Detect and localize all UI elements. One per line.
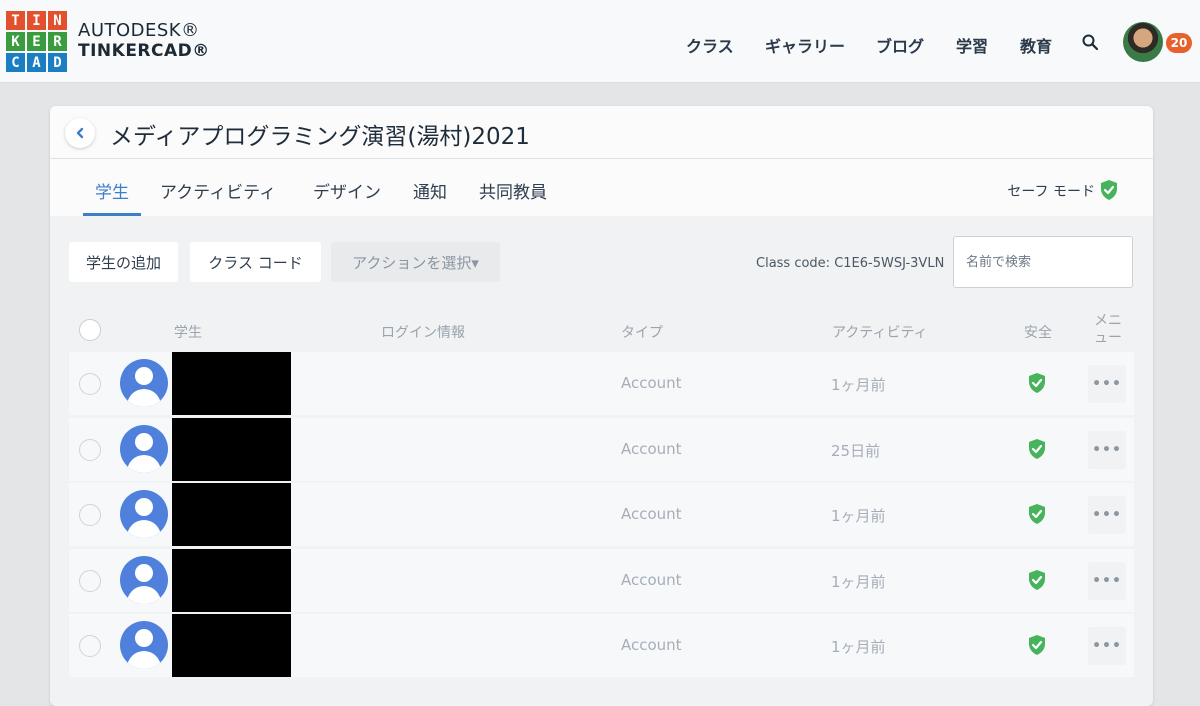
shield-check-icon — [1029, 504, 1045, 524]
redacted-student-name — [172, 352, 291, 415]
chevron-left-icon — [76, 127, 84, 139]
row-type: Account — [621, 374, 682, 392]
logo-letter: K — [6, 32, 25, 51]
row-menu-button[interactable]: ••• — [1088, 431, 1126, 469]
nav-item-education[interactable]: 教育 — [1020, 33, 1052, 57]
row-type: Account — [621, 440, 682, 458]
top-nav-bar: T I N K E R C A D AUTODESK® TINKERCAD® ク… — [0, 0, 1200, 83]
row-type: Account — [621, 636, 682, 654]
brand-line-autodesk: AUTODESK® — [78, 20, 200, 41]
table-row[interactable]: Account 25日前 ••• — [69, 418, 1134, 481]
row-activity: 25日前 — [831, 442, 881, 460]
redacted-student-name — [172, 418, 291, 481]
logo-letter: N — [48, 11, 67, 30]
logo-letter: A — [27, 53, 46, 72]
class-code-button[interactable]: クラス コード — [190, 242, 321, 282]
row-menu-button[interactable]: ••• — [1088, 627, 1126, 665]
class-title-bar: メディアプログラミング演習(湯村)2021 — [50, 106, 1153, 159]
row-checkbox[interactable] — [79, 504, 101, 526]
brand-line-tinkercad: TINKERCAD® — [78, 41, 210, 61]
row-type: Account — [621, 571, 682, 589]
shield-check-icon — [1029, 439, 1045, 459]
tab-co-teachers[interactable]: 共同教員 — [479, 178, 547, 203]
notification-badge[interactable]: 20 — [1166, 33, 1192, 53]
row-activity: 1ヶ月前 — [831, 376, 886, 394]
nav-item-classes[interactable]: クラス — [686, 33, 734, 57]
tinkercad-logo[interactable]: T I N K E R C A D — [6, 11, 67, 72]
logo-letter: R — [48, 32, 67, 51]
redacted-student-name — [172, 614, 291, 677]
back-button[interactable] — [65, 118, 95, 148]
table-row[interactable]: Account 1ヶ月前 ••• — [69, 614, 1134, 677]
redacted-student-name — [172, 549, 291, 612]
row-checkbox[interactable] — [79, 439, 101, 461]
tab-activity[interactable]: アクティビティ — [160, 178, 276, 203]
action-select-dropdown[interactable]: アクションを選択▾ — [331, 242, 500, 282]
table-row[interactable]: Account 1ヶ月前 ••• — [69, 549, 1134, 612]
logo-letter: D — [48, 53, 67, 72]
student-avatar-icon — [120, 556, 168, 604]
logo-letter: T — [6, 11, 25, 30]
logo-letter: C — [6, 53, 25, 72]
column-header-type[interactable]: タイプ — [621, 322, 663, 342]
class-tabs: 学生 アクティビティ デザイン 通知 共同教員 セーフ モード — [50, 159, 1153, 216]
student-avatar-icon — [120, 359, 168, 407]
nav-item-blog[interactable]: ブログ — [876, 33, 924, 57]
shield-check-icon — [1029, 570, 1045, 590]
column-header-safety: 安全 — [1024, 325, 1052, 341]
tab-designs[interactable]: デザイン — [313, 178, 381, 203]
table-row[interactable]: Account 1ヶ月前 ••• — [69, 483, 1134, 546]
row-activity: 1ヶ月前 — [831, 573, 886, 591]
brand-wordmark[interactable]: AUTODESK® TINKERCAD® — [78, 20, 210, 62]
row-menu-button[interactable]: ••• — [1088, 365, 1126, 403]
row-checkbox[interactable] — [79, 635, 101, 657]
row-checkbox[interactable] — [79, 570, 101, 592]
redacted-student-name — [172, 483, 291, 546]
tab-notifications[interactable]: 通知 — [413, 178, 447, 203]
user-avatar[interactable] — [1123, 22, 1163, 62]
shield-check-icon — [1029, 635, 1045, 655]
tab-students[interactable]: 学生 — [95, 178, 129, 203]
page-title: メディアプログラミング演習(湯村)2021 — [110, 124, 530, 150]
shield-check-icon — [1029, 373, 1045, 393]
student-avatar-icon — [120, 490, 168, 538]
class-code-text: Class code: C1E6-5WSJ-3VLN — [756, 256, 945, 271]
row-menu-button[interactable]: ••• — [1088, 496, 1126, 534]
safe-mode-label[interactable]: セーフ モード — [1007, 181, 1095, 201]
column-header-activity[interactable]: アクティビティ — [832, 322, 928, 342]
select-all-checkbox[interactable] — [79, 319, 101, 341]
logo-letter: E — [27, 32, 46, 51]
nav-item-learn[interactable]: 学習 — [956, 33, 988, 57]
search-input[interactable] — [953, 236, 1133, 288]
add-student-button[interactable]: 学生の追加 — [69, 242, 178, 282]
nav-item-gallery[interactable]: ギャラリー — [765, 33, 845, 57]
column-header-login: ログイン情報 — [381, 325, 465, 341]
student-avatar-icon — [120, 621, 168, 669]
search-icon[interactable] — [1082, 34, 1098, 50]
row-menu-button[interactable]: ••• — [1088, 562, 1126, 600]
class-panel: メディアプログラミング演習(湯村)2021 学生 アクティビティ デザイン 通知… — [50, 106, 1153, 706]
row-type: Account — [621, 505, 682, 523]
row-activity: 1ヶ月前 — [831, 638, 886, 656]
active-tab-indicator — [83, 213, 141, 216]
logo-letter: I — [27, 11, 46, 30]
row-checkbox[interactable] — [79, 373, 101, 395]
row-activity: 1ヶ月前 — [831, 507, 886, 525]
shield-check-icon — [1101, 180, 1117, 200]
student-avatar-icon — [120, 425, 168, 473]
column-header-menu: メニュー — [1094, 313, 1122, 346]
table-row[interactable]: Account 1ヶ月前 ••• — [69, 352, 1134, 415]
column-header-student[interactable]: 学生 — [174, 322, 202, 342]
